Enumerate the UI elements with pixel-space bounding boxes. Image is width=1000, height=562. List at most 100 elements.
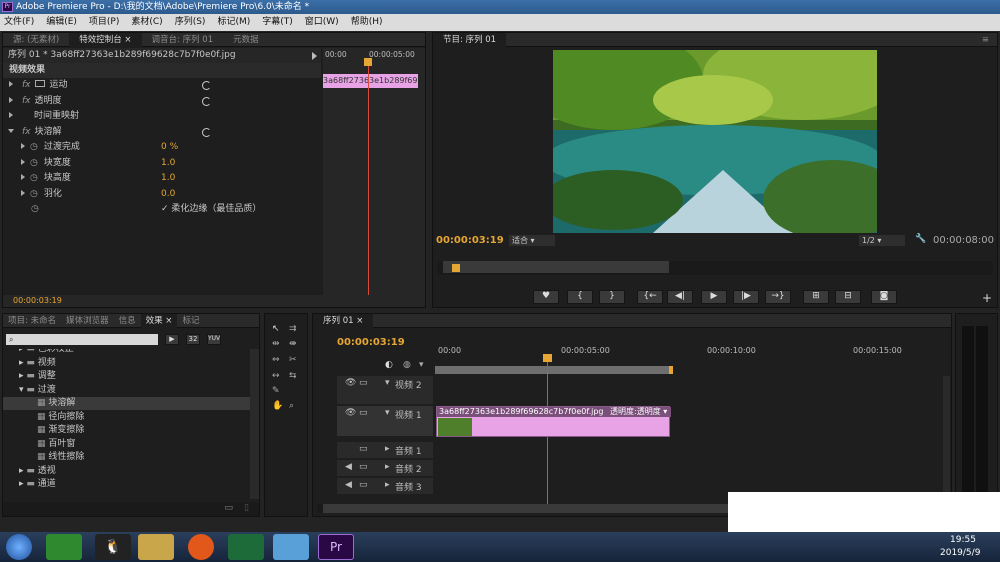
linked-selection-icon[interactable]: ◍	[403, 360, 411, 370]
play-button[interactable]: ▶	[701, 290, 727, 304]
taskbar-firefox-icon[interactable]	[188, 534, 214, 560]
effects-tree-item[interactable]: ▸ ▬ 色彩校正	[3, 349, 250, 356]
lock-icon[interactable]: ▭	[359, 444, 368, 454]
menu-sequence[interactable]: 序列(S)	[175, 14, 206, 31]
stopwatch-icon[interactable]: ◷	[30, 189, 38, 199]
effects-tree-item[interactable]: ▦ 渐变擦除	[3, 424, 250, 437]
stopwatch-icon[interactable]: ◷	[30, 173, 38, 183]
trash-icon[interactable]: ▯	[244, 503, 249, 513]
expand-icon[interactable]	[9, 81, 13, 87]
taskbar-360-icon[interactable]	[46, 534, 82, 560]
tab-sequence[interactable]: 序列 01 ×	[313, 313, 374, 328]
razor-tool-icon[interactable]: ✂	[289, 355, 297, 365]
taskbar-qq-icon[interactable]: 🐧	[95, 534, 131, 560]
accelerated-icon[interactable]: ▶	[165, 334, 179, 345]
add-button-icon[interactable]: +	[982, 291, 992, 305]
stopwatch-icon[interactable]: ◷	[30, 158, 38, 168]
expand-icon[interactable]	[21, 189, 25, 196]
new-folder-icon[interactable]: ▭	[224, 503, 233, 513]
effects-tree-item[interactable]: ▦ 块溶解	[3, 397, 250, 410]
resolution-dropdown[interactable]: 1/2 ▾	[859, 235, 905, 246]
param-value[interactable]: 1.0	[161, 156, 175, 172]
tab-markers[interactable]: 标记	[177, 314, 204, 328]
timeline-ruler[interactable]: 00:00 00:00:05:00 00:00:10:00 00:00:15:0…	[435, 340, 940, 374]
mini-playhead-handle[interactable]	[364, 58, 372, 66]
step-forward-button[interactable]: |▶	[733, 290, 759, 304]
selection-tool-icon[interactable]: ↖	[272, 324, 280, 334]
menu-edit[interactable]: 编辑(E)	[46, 14, 77, 31]
track-expand-icon[interactable]: ▾	[385, 408, 390, 418]
collapse-icon[interactable]	[8, 128, 14, 133]
expand-icon[interactable]	[21, 174, 25, 180]
timeline-timecode[interactable]: 00:00:03:19	[337, 337, 405, 348]
taskbar-premiere-icon[interactable]: Pr	[318, 534, 354, 560]
tab-project[interactable]: 项目: 未命名	[3, 314, 61, 328]
expand-icon[interactable]	[9, 96, 13, 103]
track-expand-icon[interactable]: ▸	[385, 444, 390, 454]
step-back-button[interactable]: ◀|	[667, 290, 693, 304]
track-expand-icon[interactable]: ▸	[385, 480, 390, 490]
speaker-icon[interactable]: ◀	[345, 480, 352, 490]
mark-in-button[interactable]: {	[567, 290, 593, 304]
ripple-edit-tool-icon[interactable]: ⇹	[272, 339, 280, 349]
expand-icon[interactable]	[21, 143, 25, 149]
effect-time-remap[interactable]: 时间重映射	[3, 109, 321, 125]
export-frame-button[interactable]: ◙	[871, 290, 897, 304]
effects-tree-item[interactable]: ▾ ▬ 过渡	[3, 384, 250, 397]
program-scrub-bar[interactable]	[437, 261, 993, 275]
effect-mini-timeline[interactable]: 00:00 00:00:05:00 3a68ff27363e1b289f6962	[323, 48, 425, 296]
fit-dropdown[interactable]: 适合 ▾	[509, 235, 555, 246]
zoom-scroll[interactable]	[443, 261, 669, 273]
effects-scrollbar[interactable]	[250, 349, 259, 499]
tab-effect-controls[interactable]: 特效控制台 ×	[69, 32, 142, 47]
hand-tool-icon[interactable]: ✋	[272, 401, 283, 411]
expand-icon[interactable]	[21, 158, 25, 165]
tab-source[interactable]: 源: (无素材)	[3, 33, 69, 47]
speaker-icon[interactable]: ◀	[345, 462, 352, 472]
start-button[interactable]	[6, 534, 32, 560]
program-timecode[interactable]: 00:00:03:19	[436, 235, 504, 246]
effects-tree-item[interactable]: ▸ ▬ 通道	[3, 478, 250, 491]
effect-block-dissolve[interactable]: fx 块溶解	[3, 125, 321, 141]
go-to-out-button[interactable]: →}	[765, 290, 791, 304]
clip-fx-dropdown[interactable]: 透明度:透明度 ▾	[610, 407, 667, 416]
tab-media-browser[interactable]: 媒体浏览器	[61, 314, 114, 328]
effects-search-input[interactable]: ⌕	[6, 334, 158, 345]
extract-button[interactable]: ⊟	[835, 290, 861, 304]
menu-marker[interactable]: 标记(M)	[217, 14, 250, 31]
go-to-in-button[interactable]: {←	[637, 290, 663, 304]
effects-tree-item[interactable]: ▸ ▬ 透视	[3, 465, 250, 478]
effect-controls-timecode[interactable]: 00:00:03:19	[13, 296, 62, 305]
param-value[interactable]: 1.0	[161, 171, 175, 187]
lock-icon[interactable]: ▭	[359, 462, 368, 472]
reset-icon[interactable]	[202, 81, 211, 90]
tab-audio-mixer[interactable]: 调音台: 序列 01	[142, 33, 224, 47]
menu-title[interactable]: 字幕(T)	[262, 14, 293, 31]
effects-tree-item[interactable]: ▦ 线性擦除	[3, 451, 250, 464]
timeline-vscroll[interactable]	[943, 376, 950, 496]
taskbar-app-icon[interactable]	[273, 534, 309, 560]
eye-icon[interactable]: 👁	[345, 378, 356, 388]
track-select-tool-icon[interactable]: ⇉	[289, 324, 297, 334]
expand-icon[interactable]	[9, 112, 13, 118]
work-area-bar[interactable]	[435, 366, 671, 374]
lock-icon[interactable]: ▭	[359, 480, 368, 490]
timeline-playhead-handle[interactable]	[543, 354, 552, 362]
pen-tool-icon[interactable]: ✎	[272, 386, 280, 396]
eye-icon[interactable]: 👁	[345, 408, 356, 418]
stopwatch-icon[interactable]: ◷	[31, 204, 39, 214]
taskbar-explorer-icon[interactable]	[138, 534, 174, 560]
soften-edges-checkbox[interactable]: ✓ 柔化边缘（最佳品质）	[161, 202, 261, 218]
lift-button[interactable]: ⊞	[803, 290, 829, 304]
effect-motion[interactable]: fx 运动	[3, 78, 321, 94]
effects-tree-item[interactable]: ▸ ▬ 调整	[3, 370, 250, 383]
track-expand-icon[interactable]: ▾	[385, 378, 390, 388]
menu-help[interactable]: 帮助(H)	[351, 14, 383, 31]
mini-clip[interactable]: 3a68ff27363e1b289f6962	[323, 74, 418, 88]
add-marker-button[interactable]: ♥	[533, 290, 559, 304]
effects-tree-item[interactable]: ▦ 径向擦除	[3, 411, 250, 424]
tab-info[interactable]: 信息	[114, 314, 141, 328]
effects-tree-item[interactable]: ▸ ▬ 视频	[3, 357, 250, 370]
mark-out-button[interactable]: }	[599, 290, 625, 304]
stopwatch-icon[interactable]: ◷	[30, 142, 38, 152]
